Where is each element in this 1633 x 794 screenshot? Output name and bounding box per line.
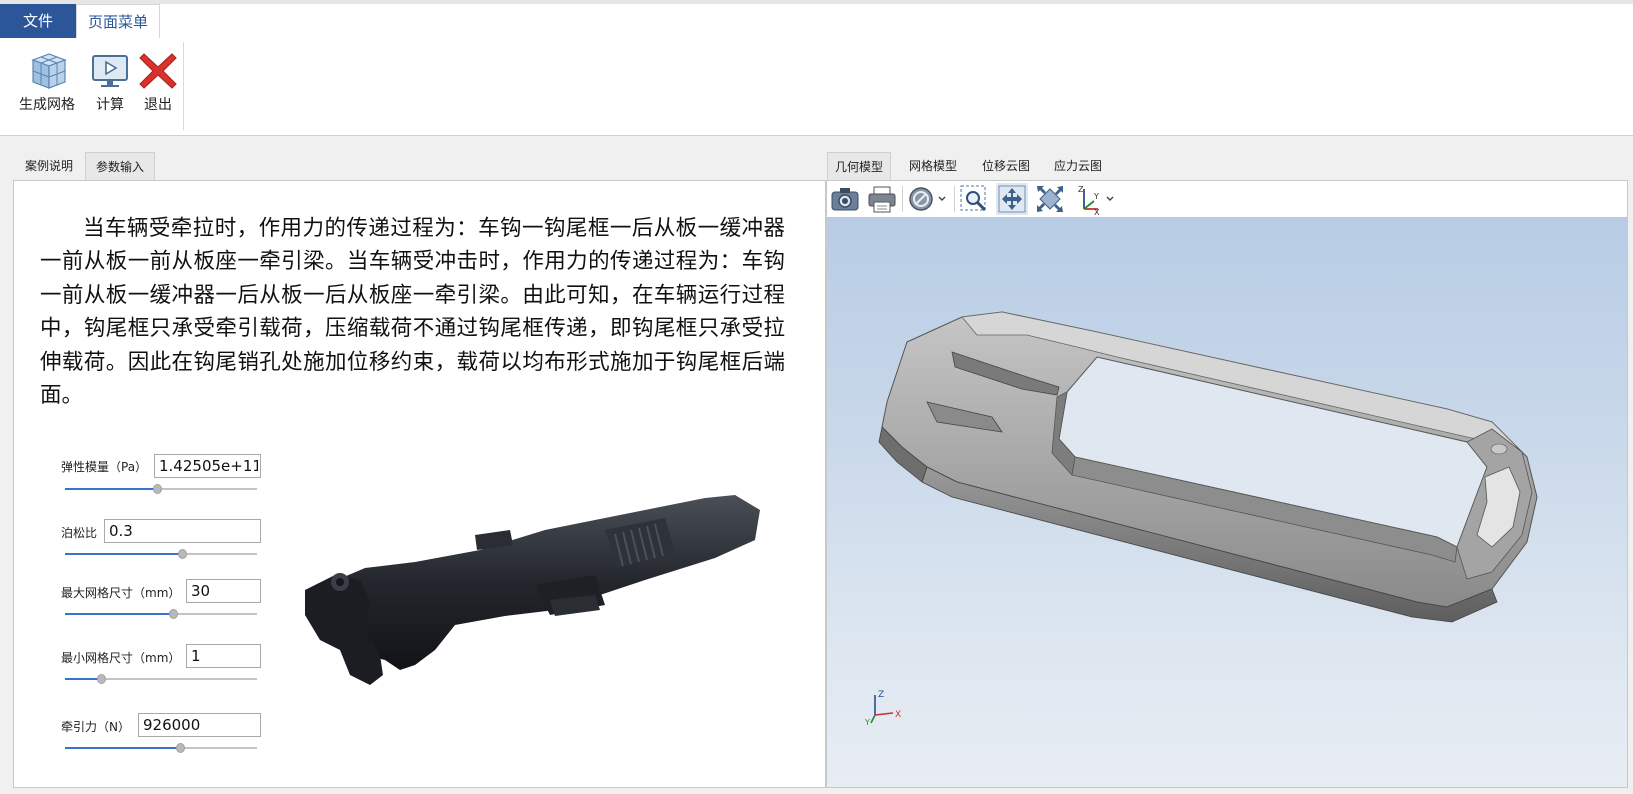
ribbon-panel <box>0 38 1633 136</box>
pan-icon[interactable] <box>996 183 1028 215</box>
traction-force-input[interactable] <box>138 713 261 737</box>
slider-thumb[interactable] <box>178 549 188 559</box>
tab-mesh-model[interactable]: 网格模型 <box>902 152 964 180</box>
yoke-frame-model[interactable]: Z X Y <box>827 217 1627 787</box>
ribbon-group-separator <box>183 42 184 130</box>
slider-thumb[interactable] <box>153 484 163 494</box>
tab-stress-contour[interactable]: 应力云图 <box>1047 152 1109 180</box>
min-mesh-size-slider[interactable] <box>65 674 257 684</box>
elastic-modulus-input[interactable] <box>154 454 261 478</box>
svg-text:X: X <box>1094 208 1100 215</box>
param-label-elastic-modulus: 弹性模量（Pa） <box>61 460 148 474</box>
max-mesh-size-slider[interactable] <box>65 609 257 619</box>
fit-view-icon[interactable] <box>1034 183 1066 215</box>
printer-icon[interactable] <box>866 183 898 215</box>
compute-button[interactable]: 计算 <box>86 44 134 124</box>
toolbar-separator <box>954 186 955 212</box>
slider-thumb[interactable] <box>176 743 186 753</box>
param-label-traction-force: 牵引力（N） <box>61 720 130 734</box>
poisson-ratio-slider[interactable] <box>65 549 257 559</box>
generate-mesh-label: 生成网格 <box>19 97 75 113</box>
tab-displacement-contour[interactable]: 位移云图 <box>975 152 1037 180</box>
traction-force-slider[interactable] <box>65 743 257 753</box>
tab-file[interactable]: 文件 <box>0 4 76 38</box>
tab-page-menu[interactable]: 页面菜单 <box>76 4 160 38</box>
slider-thumb[interactable] <box>97 674 107 684</box>
slider-thumb[interactable] <box>168 609 178 619</box>
axis-view-icon[interactable]: ZYX <box>1074 183 1118 217</box>
camera-icon[interactable] <box>829 183 861 215</box>
triad-x-label: X <box>895 710 901 720</box>
elastic-modulus-slider[interactable] <box>65 484 257 494</box>
case-description-text: 当车辆受牵拉时，作用力的传递过程为：车钩一钩尾框一后从板一缓冲器一前从板一前从板… <box>40 216 785 409</box>
exit-button[interactable]: 退出 <box>136 44 180 124</box>
zoom-window-icon[interactable] <box>958 183 990 215</box>
coupler-assembly-image <box>305 495 760 685</box>
param-label-max-mesh-size: 最大网格尺寸（mm） <box>61 586 181 600</box>
svg-text:Y: Y <box>1093 192 1099 201</box>
display-mode-icon[interactable] <box>906 183 950 215</box>
poisson-ratio-input[interactable] <box>104 519 261 543</box>
toolbar-separator <box>902 186 903 212</box>
tab-geometry-model[interactable]: 几何模型 <box>827 152 891 180</box>
param-label-min-mesh-size: 最小网格尺寸（mm） <box>61 651 181 665</box>
tab-case-description[interactable]: 案例说明 <box>18 152 80 180</box>
ribbon-tab-bar <box>0 4 1633 39</box>
3d-viewport[interactable]: Z X Y <box>827 217 1627 787</box>
tab-parameter-input[interactable]: 参数输入 <box>85 152 155 180</box>
monitor-play-icon <box>88 48 132 92</box>
svg-text:Z: Z <box>1078 185 1084 194</box>
compute-label: 计算 <box>96 97 124 113</box>
max-mesh-size-input[interactable] <box>186 579 261 603</box>
exit-label: 退出 <box>144 97 172 113</box>
triad-y-label: Y <box>864 718 870 727</box>
mesh-cube-icon <box>25 48 69 92</box>
min-mesh-size-input[interactable] <box>186 644 261 668</box>
param-label-poisson-ratio: 泊松比 <box>61 526 98 540</box>
triad-z-label: Z <box>878 690 884 700</box>
generate-mesh-button[interactable]: 生成网格 <box>14 44 80 124</box>
red-x-icon <box>136 48 180 92</box>
